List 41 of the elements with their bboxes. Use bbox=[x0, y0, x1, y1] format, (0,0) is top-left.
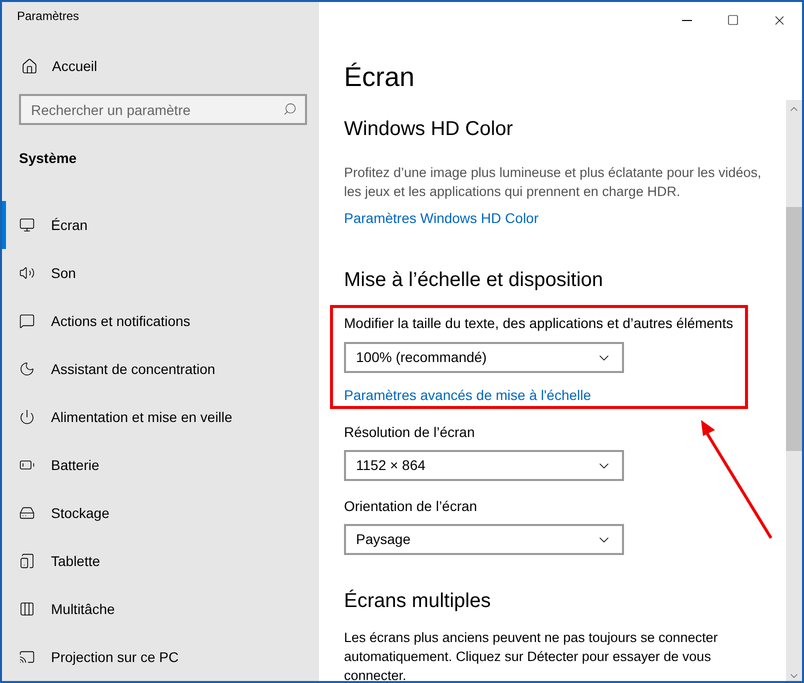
sidebar-item[interactable]: Tablette bbox=[2, 537, 319, 585]
sidebar-item[interactable]: Batterie bbox=[2, 441, 319, 489]
window-title: Paramètres bbox=[17, 8, 80, 26]
moon-icon bbox=[19, 361, 35, 377]
sidebar-item[interactable]: Son bbox=[2, 249, 319, 297]
home-link[interactable]: Accueil bbox=[2, 54, 319, 78]
orientation-dropdown[interactable]: Paysage bbox=[344, 524, 624, 555]
sidebar-item[interactable]: Actions et notifications bbox=[2, 297, 319, 345]
advanced-scaling-link[interactable]: Paramètres avancés de mise à l'échelle bbox=[344, 385, 592, 406]
scrollbar-thumb[interactable] bbox=[786, 207, 802, 451]
search-field[interactable]: Rechercher un paramètre bbox=[19, 94, 307, 125]
field-label: Résolution de l’écran bbox=[344, 423, 476, 441]
section-heading: Système bbox=[19, 150, 77, 166]
drive-icon bbox=[19, 505, 35, 521]
projection-icon bbox=[19, 649, 35, 665]
field-label: Modifier la taille du texte, des applications et d’autres éléments bbox=[344, 314, 734, 332]
tablet-icon bbox=[19, 553, 35, 569]
sidebar-item[interactable]: Alimentation et mise en veille bbox=[2, 393, 319, 441]
settings-link[interactable]: Paramètres Windows HD Color bbox=[344, 208, 538, 229]
description-text: Profitez d’une image plus lumineuse et plus éclatante pour les vidéos, les jeux et les applications qui prennent en charge HDR. bbox=[344, 164, 762, 201]
home-icon bbox=[21, 58, 38, 75]
page-title: Écran bbox=[344, 61, 416, 94]
section-heading: Mise à l’échelle et disposition bbox=[344, 268, 604, 293]
resolution-dropdown[interactable]: 1152 × 864 bbox=[344, 450, 624, 481]
section-heading: Écrans multiples bbox=[344, 588, 492, 614]
sidebar-item[interactable]: Écran bbox=[2, 201, 319, 249]
speaker-icon bbox=[19, 265, 35, 281]
sidebar-item[interactable]: Assistant de concentration bbox=[2, 345, 319, 393]
field-label: Orientation de l’écran bbox=[344, 497, 478, 515]
maximize-icon bbox=[727, 14, 739, 26]
sidebar-item[interactable]: Stockage bbox=[2, 489, 319, 537]
speech-bubble-icon bbox=[19, 313, 35, 329]
scale-dropdown[interactable]: 100% (recommandé) bbox=[344, 342, 624, 373]
description-text: Les écrans plus anciens peuvent ne pas toujours se connecter automatiquement. Cliquez sur Détecter pour essayer de vous connecter. bbox=[344, 629, 719, 681]
multitask-icon bbox=[19, 601, 35, 617]
power-icon bbox=[19, 409, 35, 425]
section-heading: Windows HD Color bbox=[344, 117, 514, 142]
sidebar-item[interactable]: Multitâche bbox=[2, 585, 319, 633]
search-icon bbox=[283, 102, 297, 116]
sidebar-item[interactable]: Projection sur ce PC bbox=[2, 633, 319, 681]
monitor-icon bbox=[19, 217, 35, 233]
